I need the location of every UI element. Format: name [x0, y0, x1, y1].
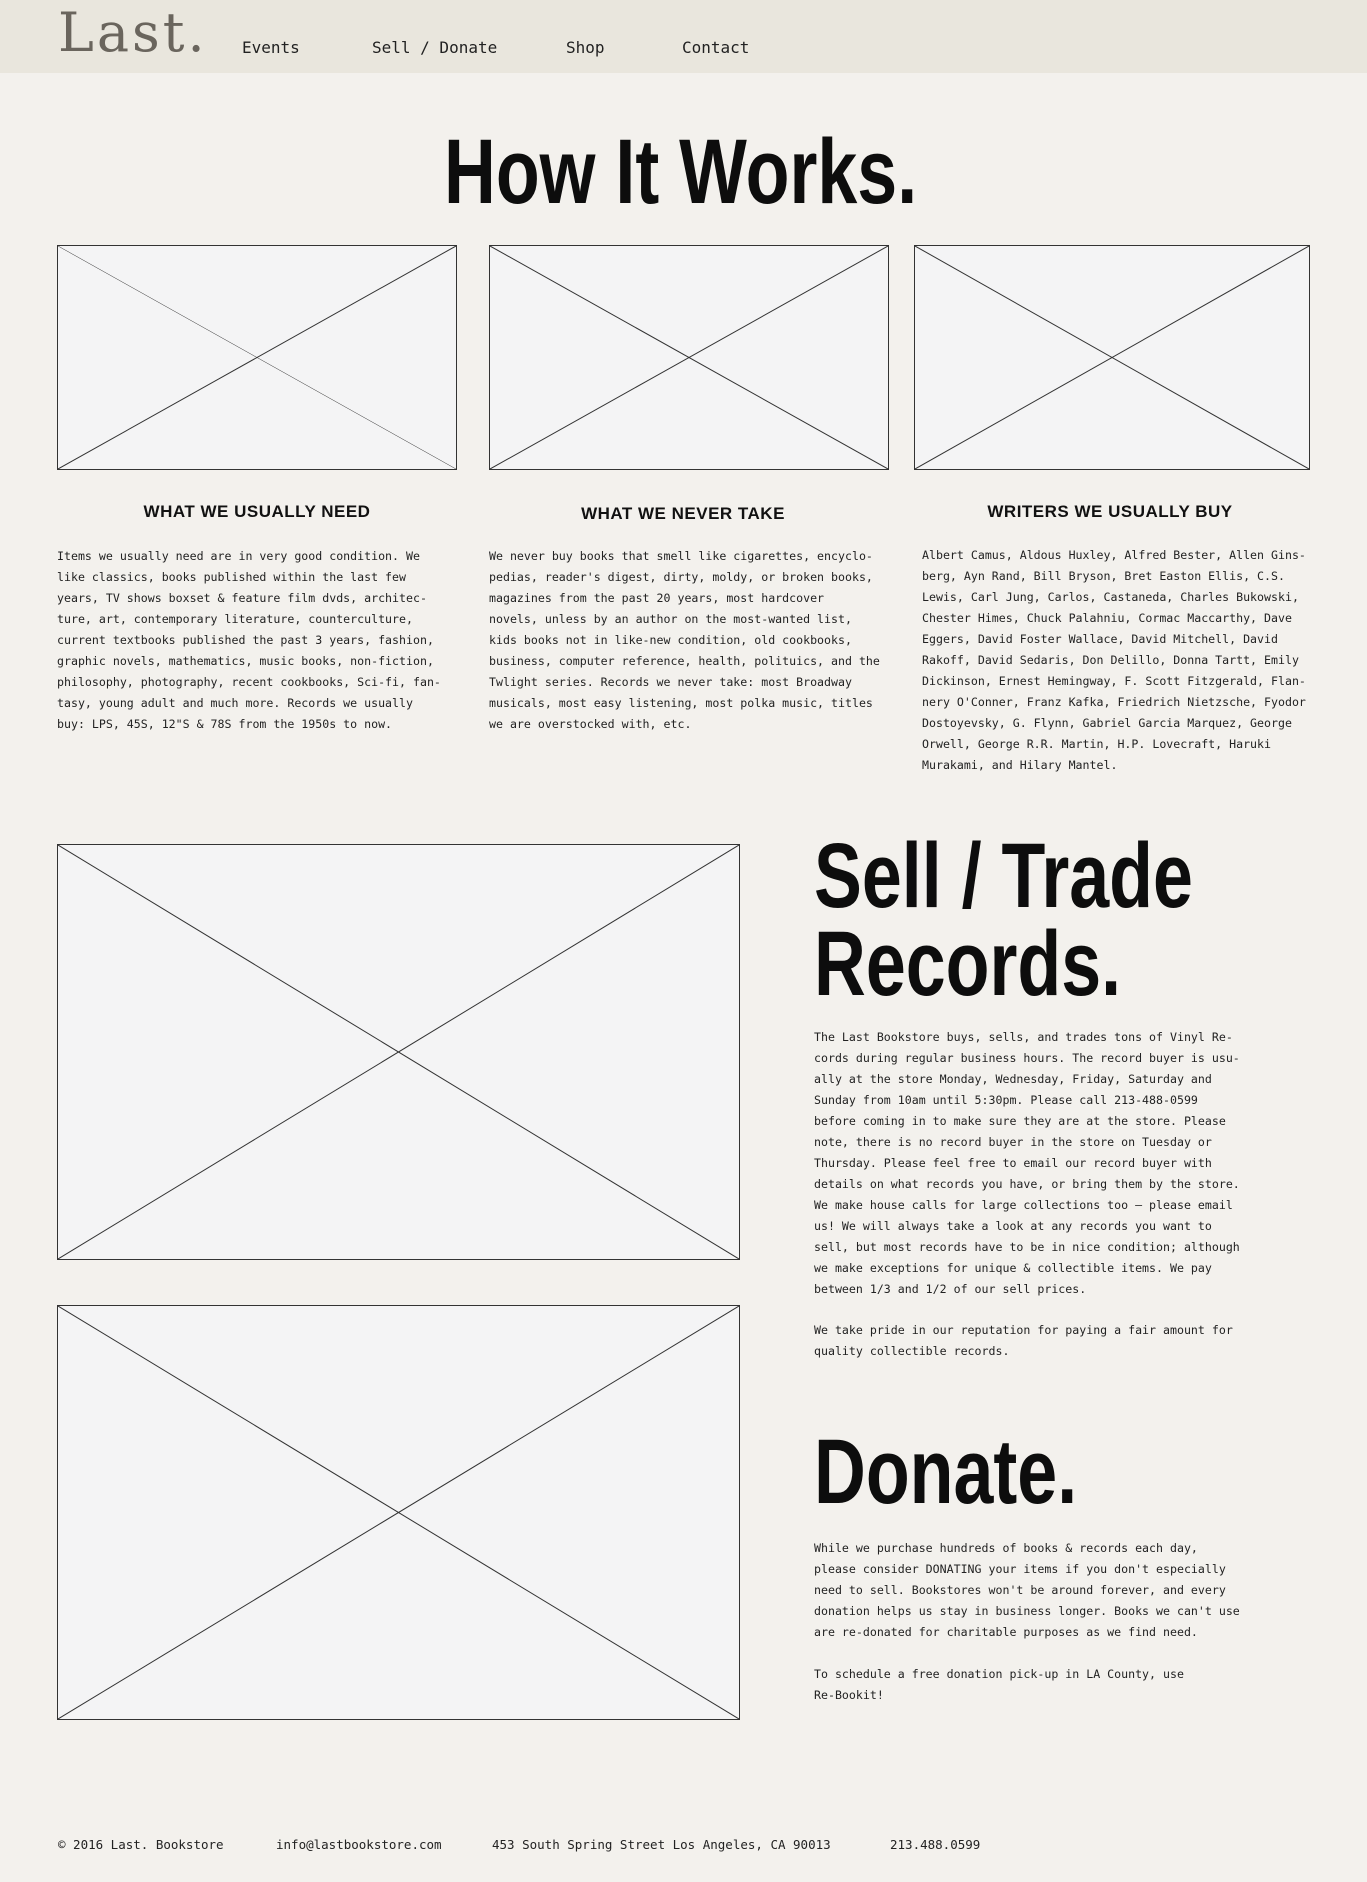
donate-text-2: To schedule a free donation pick-up in L… — [814, 1667, 1184, 1702]
site-header: Last. Events Sell / Donate Shop Contact — [0, 0, 1367, 73]
writers-heading: WRITERS WE USUALLY BUY — [987, 502, 1233, 521]
image-placeholder — [914, 245, 1310, 470]
image-placeholder — [489, 245, 889, 470]
image-placeholder — [57, 245, 457, 470]
nav-shop[interactable]: Shop — [566, 38, 605, 57]
image-placeholder — [57, 844, 740, 1260]
footer-address: 453 South Spring Street Los Angeles, CA … — [492, 1837, 831, 1852]
need-text: Items we usually need are in very good c… — [57, 549, 441, 731]
writers-text: Albert Camus, Aldous Huxley, Alfred Best… — [922, 548, 1306, 772]
how-it-works-title: How It Works. — [444, 121, 918, 223]
never-take-text: We never buy books that smell like cigar… — [489, 549, 880, 731]
need-heading: WHAT WE USUALLY NEED — [143, 502, 371, 521]
sell-trade-title: Sell / Trade Records. — [814, 830, 1193, 1010]
donate-text: While we purchase hundreds of books & re… — [814, 1541, 1240, 1639]
nav-sell-donate[interactable]: Sell / Donate — [372, 38, 497, 57]
never-take-heading: WHAT WE NEVER TAKE — [581, 504, 785, 523]
nav-events[interactable]: Events — [242, 38, 300, 57]
donate-title: Donate. — [814, 1421, 1078, 1523]
sell-trade-text-2: We take pride in our reputation for payi… — [814, 1323, 1233, 1358]
site-logo[interactable]: Last. — [58, 6, 208, 60]
image-placeholder — [57, 1305, 740, 1720]
sell-trade-title-line2: Records. — [814, 913, 1122, 1015]
sell-trade-text: The Last Bookstore buys, sells, and trad… — [814, 1030, 1240, 1296]
nav-contact[interactable]: Contact — [682, 38, 749, 57]
footer-copyright: © 2016 Last. Bookstore — [58, 1837, 224, 1852]
footer-email[interactable]: info@lastbookstore.com — [276, 1837, 442, 1852]
footer-phone[interactable]: 213.488.0599 — [890, 1837, 980, 1852]
sell-trade-title-line1: Sell / Trade — [814, 825, 1193, 927]
